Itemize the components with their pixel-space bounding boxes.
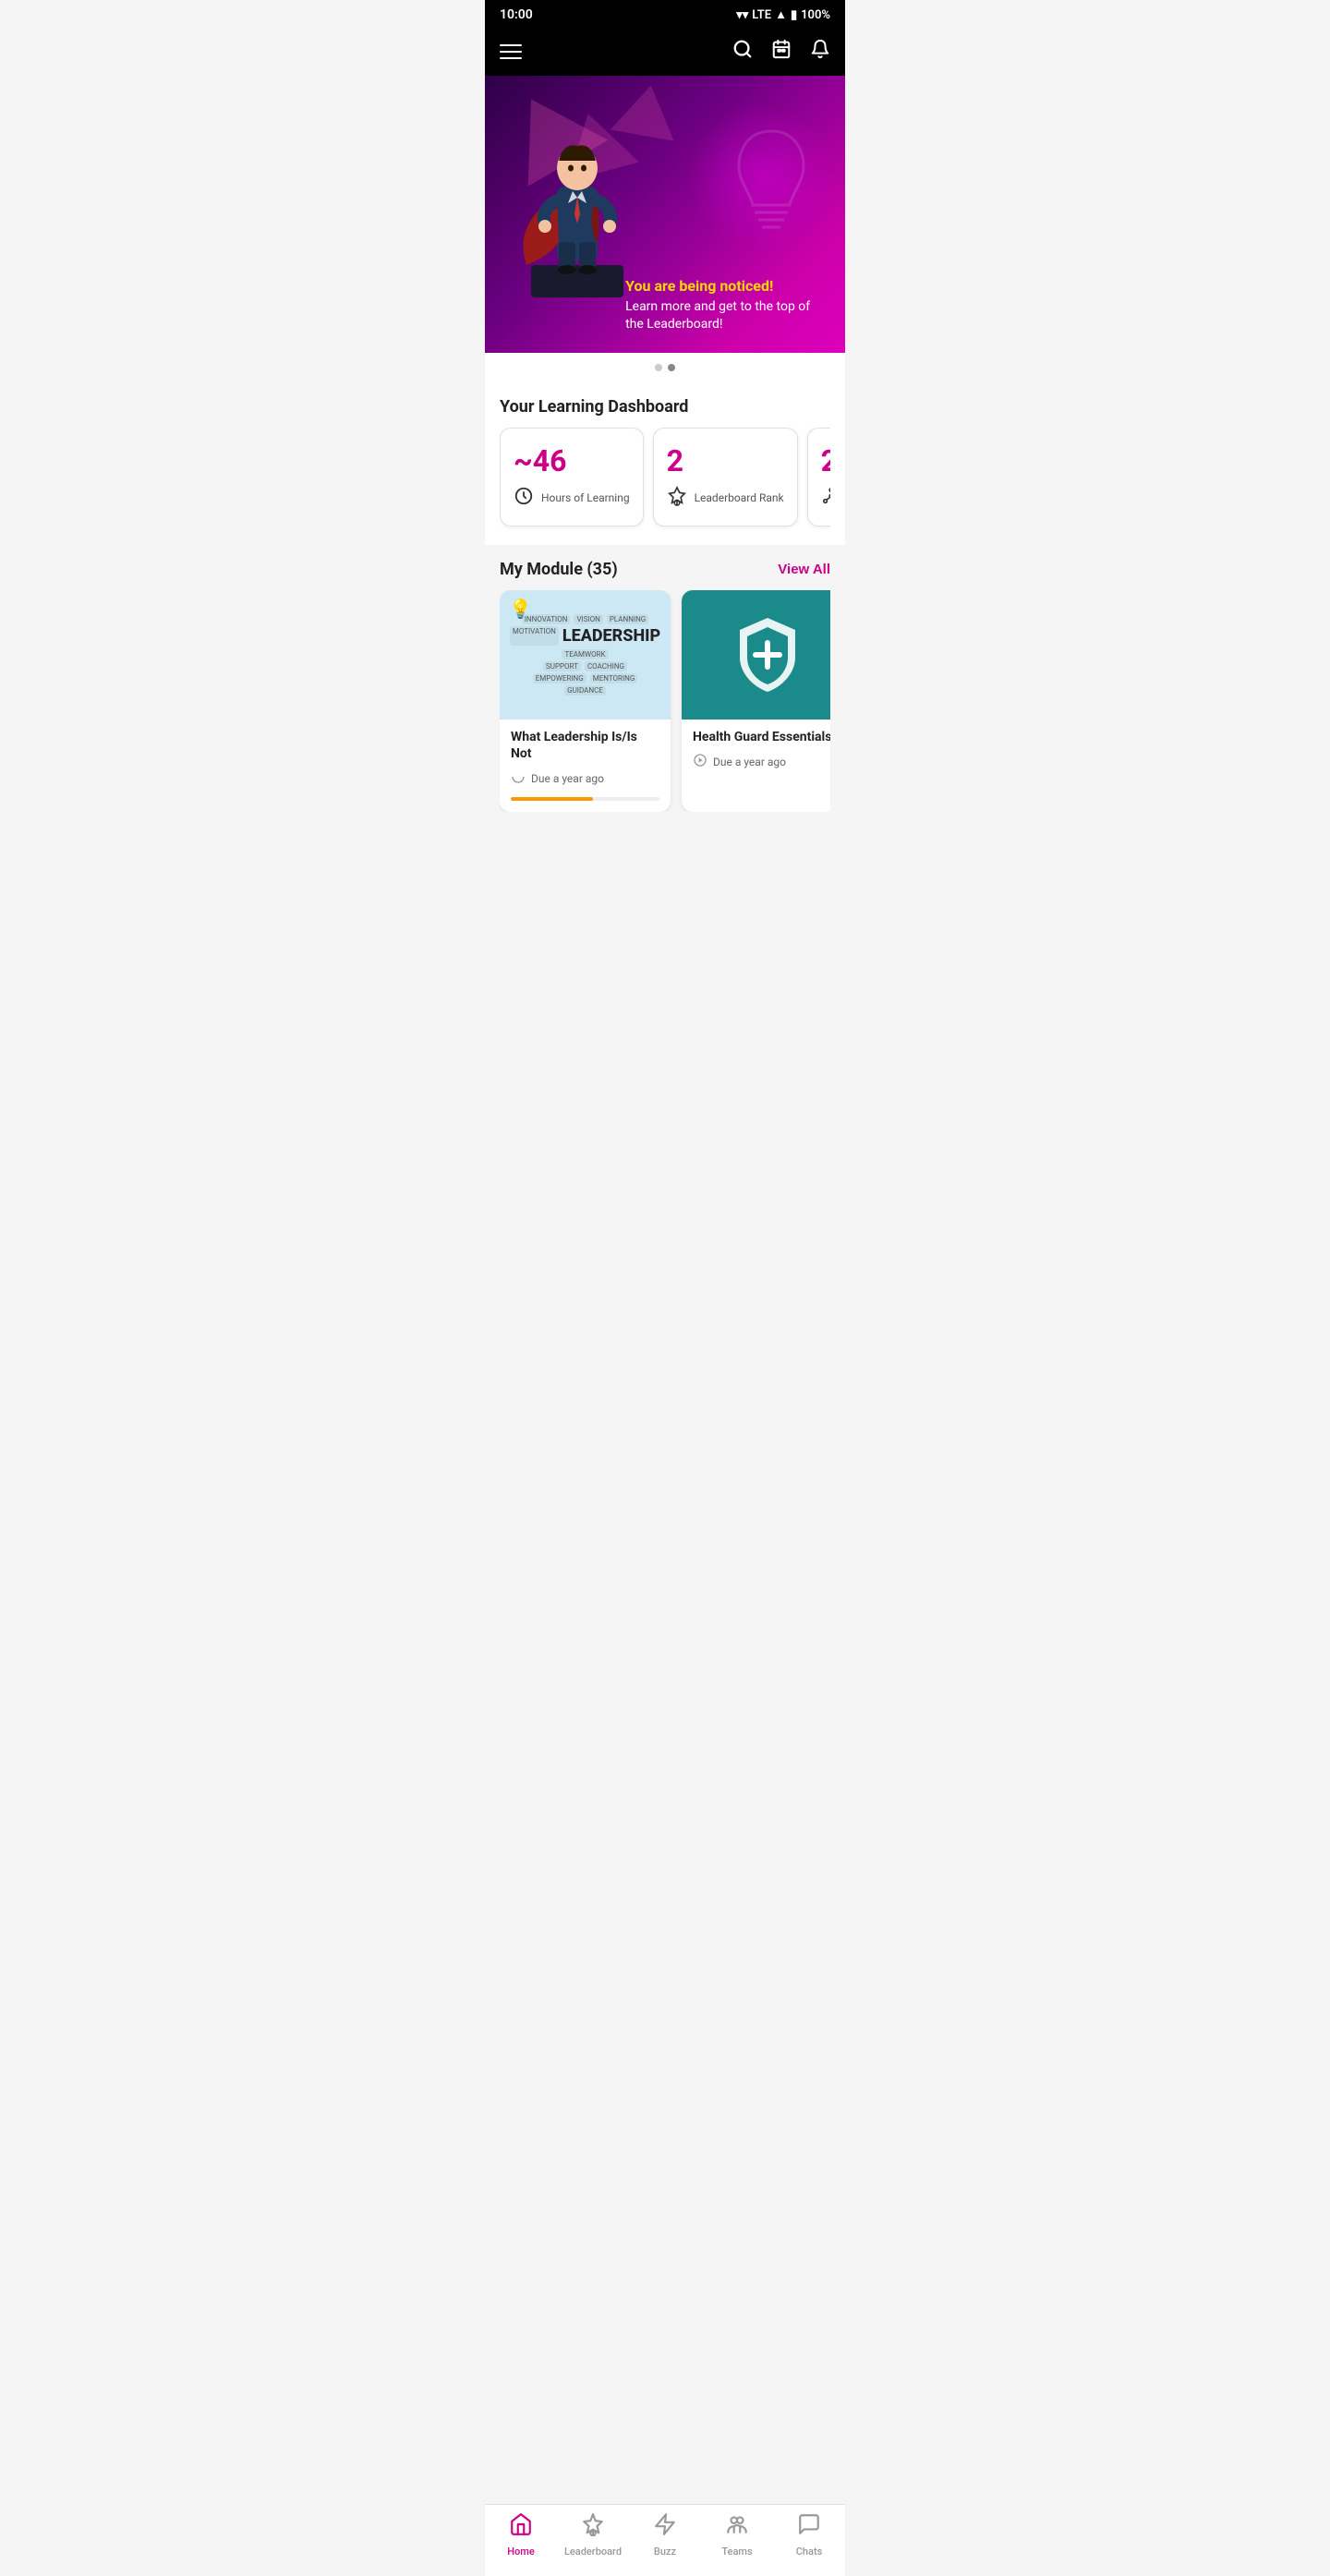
module-info-health: Health Guard Essentials Due a year ago: [682, 720, 830, 782]
module-header: My Module (35) View All: [500, 545, 830, 590]
nav-label-home: Home: [507, 2546, 535, 2558]
stat-card-leaderboard: 2 Leaderboard Rank: [653, 428, 798, 526]
due-text-leadership: Due a year ago: [531, 772, 604, 785]
hamburger-menu[interactable]: [500, 44, 522, 59]
dot-2[interactable]: [668, 364, 675, 371]
chats-icon: [797, 2512, 821, 2542]
module-card-health[interactable]: Health Guard Essentials Due a year ago: [682, 590, 830, 812]
module-due-leadership: Due a year ago: [511, 769, 659, 788]
network-icon: [821, 486, 830, 511]
view-all-button[interactable]: View All: [778, 562, 830, 577]
battery-percent: 100%: [801, 8, 830, 22]
carousel-dots: [485, 353, 845, 382]
calendar-icon[interactable]: [771, 39, 792, 65]
stat-label-leaderboard: Leaderboard Rank: [695, 491, 784, 506]
wifi-icon: ▾▾: [736, 8, 748, 22]
stat-value-hours: ~46: [514, 443, 630, 478]
nav-label-leaderboard: Leaderboard: [564, 2546, 622, 2558]
signal-bars: ▲: [775, 7, 787, 22]
nav-item-chats[interactable]: Chats: [773, 2512, 845, 2558]
clock-icon: [514, 486, 534, 511]
medal-icon: [667, 486, 687, 511]
module-thumb-health: [682, 590, 830, 720]
hero-banner: You are being noticed! Learn more and ge…: [485, 76, 845, 353]
search-icon[interactable]: [732, 39, 753, 65]
hero-text-block: You are being noticed! Learn more and ge…: [625, 277, 824, 334]
lightbulb-icon: [725, 122, 817, 242]
dashboard-title: Your Learning Dashboard: [500, 382, 830, 428]
progress-bar-leadership: [511, 797, 593, 801]
module-name-health: Health Guard Essentials: [693, 729, 830, 745]
due-text-health: Due a year ago: [713, 756, 786, 768]
modules-row: 💡 INNOVATION VISION PLANNING MOTIVATION …: [500, 590, 830, 812]
app-header: [485, 30, 845, 76]
notification-icon[interactable]: [810, 39, 830, 65]
stat-value-leaderboard: 2: [667, 443, 784, 478]
stat-card-hours: ~46 Hours of Learning: [500, 428, 644, 526]
signal-strength: LTE: [752, 8, 771, 22]
hero-subtitle: Learn more and get to the top of the Lea…: [625, 298, 824, 334]
bulb-icon: 💡: [509, 598, 532, 620]
nav-label-buzz: Buzz: [654, 2546, 676, 2558]
stats-row: ~46 Hours of Learning 2: [500, 428, 830, 530]
buzz-icon: [653, 2512, 677, 2542]
module-section: My Module (35) View All 💡 INNOVATION VIS…: [485, 545, 845, 904]
stat-bottom-hours: Hours of Learning: [514, 486, 630, 511]
nav-item-teams[interactable]: Teams: [701, 2512, 773, 2558]
status-icons: ▾▾ LTE ▲ ▮ 100%: [736, 7, 830, 22]
module-card-leadership[interactable]: 💡 INNOVATION VISION PLANNING MOTIVATION …: [500, 590, 671, 812]
play-circle-icon: [693, 753, 707, 771]
stat-card-courses: 24 Course Enroll: [807, 428, 830, 526]
stat-value-courses: 24: [821, 443, 830, 478]
nav-item-leaderboard[interactable]: Leaderboard: [557, 2512, 629, 2558]
superhero-figure: [513, 94, 642, 297]
dot-1[interactable]: [655, 364, 662, 371]
time: 10:00: [500, 7, 533, 22]
stat-label-hours: Hours of Learning: [541, 491, 630, 506]
header-icons: [732, 39, 830, 65]
nav-item-home[interactable]: Home: [485, 2512, 557, 2558]
shield-icon: [731, 613, 804, 696]
stat-bottom-leaderboard: Leaderboard Rank: [667, 486, 784, 511]
stat-bottom-courses: Course Enroll: [821, 486, 830, 511]
nav-label-chats: Chats: [796, 2546, 823, 2558]
module-name-leadership: What Leadership Is/Is Not: [511, 729, 659, 762]
leaderboard-icon: [581, 2512, 605, 2542]
module-due-health: Due a year ago: [693, 753, 830, 771]
progress-bar-container-leadership: [511, 797, 659, 801]
bottom-nav: Home Leaderboard Buzz: [485, 2504, 845, 2576]
dashboard-section: Your Learning Dashboard ~46 Hours of Lea…: [485, 382, 845, 545]
home-icon: [509, 2512, 533, 2542]
status-bar: 10:00 ▾▾ LTE ▲ ▮ 100%: [485, 0, 845, 30]
progress-circle-icon: [511, 769, 526, 788]
module-section-title: My Module (35): [500, 560, 618, 579]
module-thumb-leadership: 💡 INNOVATION VISION PLANNING MOTIVATION …: [500, 590, 671, 720]
nav-item-buzz[interactable]: Buzz: [629, 2512, 701, 2558]
hero-title: You are being noticed!: [625, 277, 824, 295]
leadership-tags: INNOVATION VISION PLANNING: [522, 614, 649, 624]
nav-label-teams: Teams: [721, 2546, 752, 2558]
module-info-leadership: What Leadership Is/Is Not Due a year ago: [500, 720, 671, 812]
battery-icon: ▮: [791, 8, 797, 22]
teams-icon: [725, 2512, 749, 2542]
